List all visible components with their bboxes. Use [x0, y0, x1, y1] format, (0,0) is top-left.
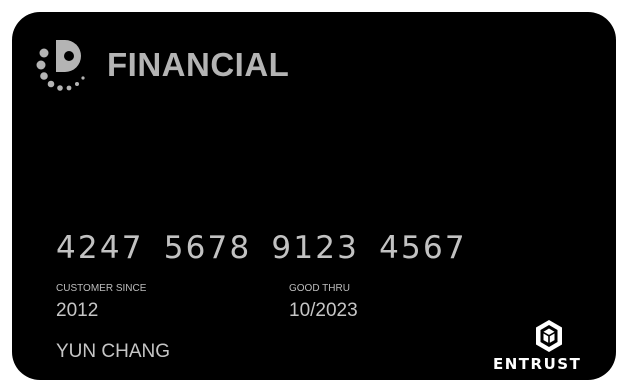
customer-since-value: 2012 [56, 300, 99, 321]
network-name: ENTRUST [493, 355, 582, 373]
customer-since-label: CUSTOMER SINCE [56, 283, 147, 294]
cardholder-name: YUN CHANG [56, 341, 171, 362]
brand-name: FINANCIAL [107, 46, 290, 83]
card-number-group-2: 5678 [163, 230, 252, 266]
good-thru-label: GOOD THRU [289, 283, 350, 294]
card-number-group-3: 9123 [271, 230, 360, 266]
card-number: 4247 5678 9123 4567 [56, 230, 467, 266]
payment-card: FINANCIAL 4247 5678 9123 4567 CUSTOMER S… [12, 12, 616, 380]
good-thru-value: 10/2023 [289, 300, 358, 321]
card-number-group-1: 4247 [56, 230, 144, 266]
dotted-p-logo-icon [36, 40, 85, 91]
card-number-group-4: 4567 [379, 230, 467, 266]
entrust-hexagon-icon [536, 320, 562, 352]
